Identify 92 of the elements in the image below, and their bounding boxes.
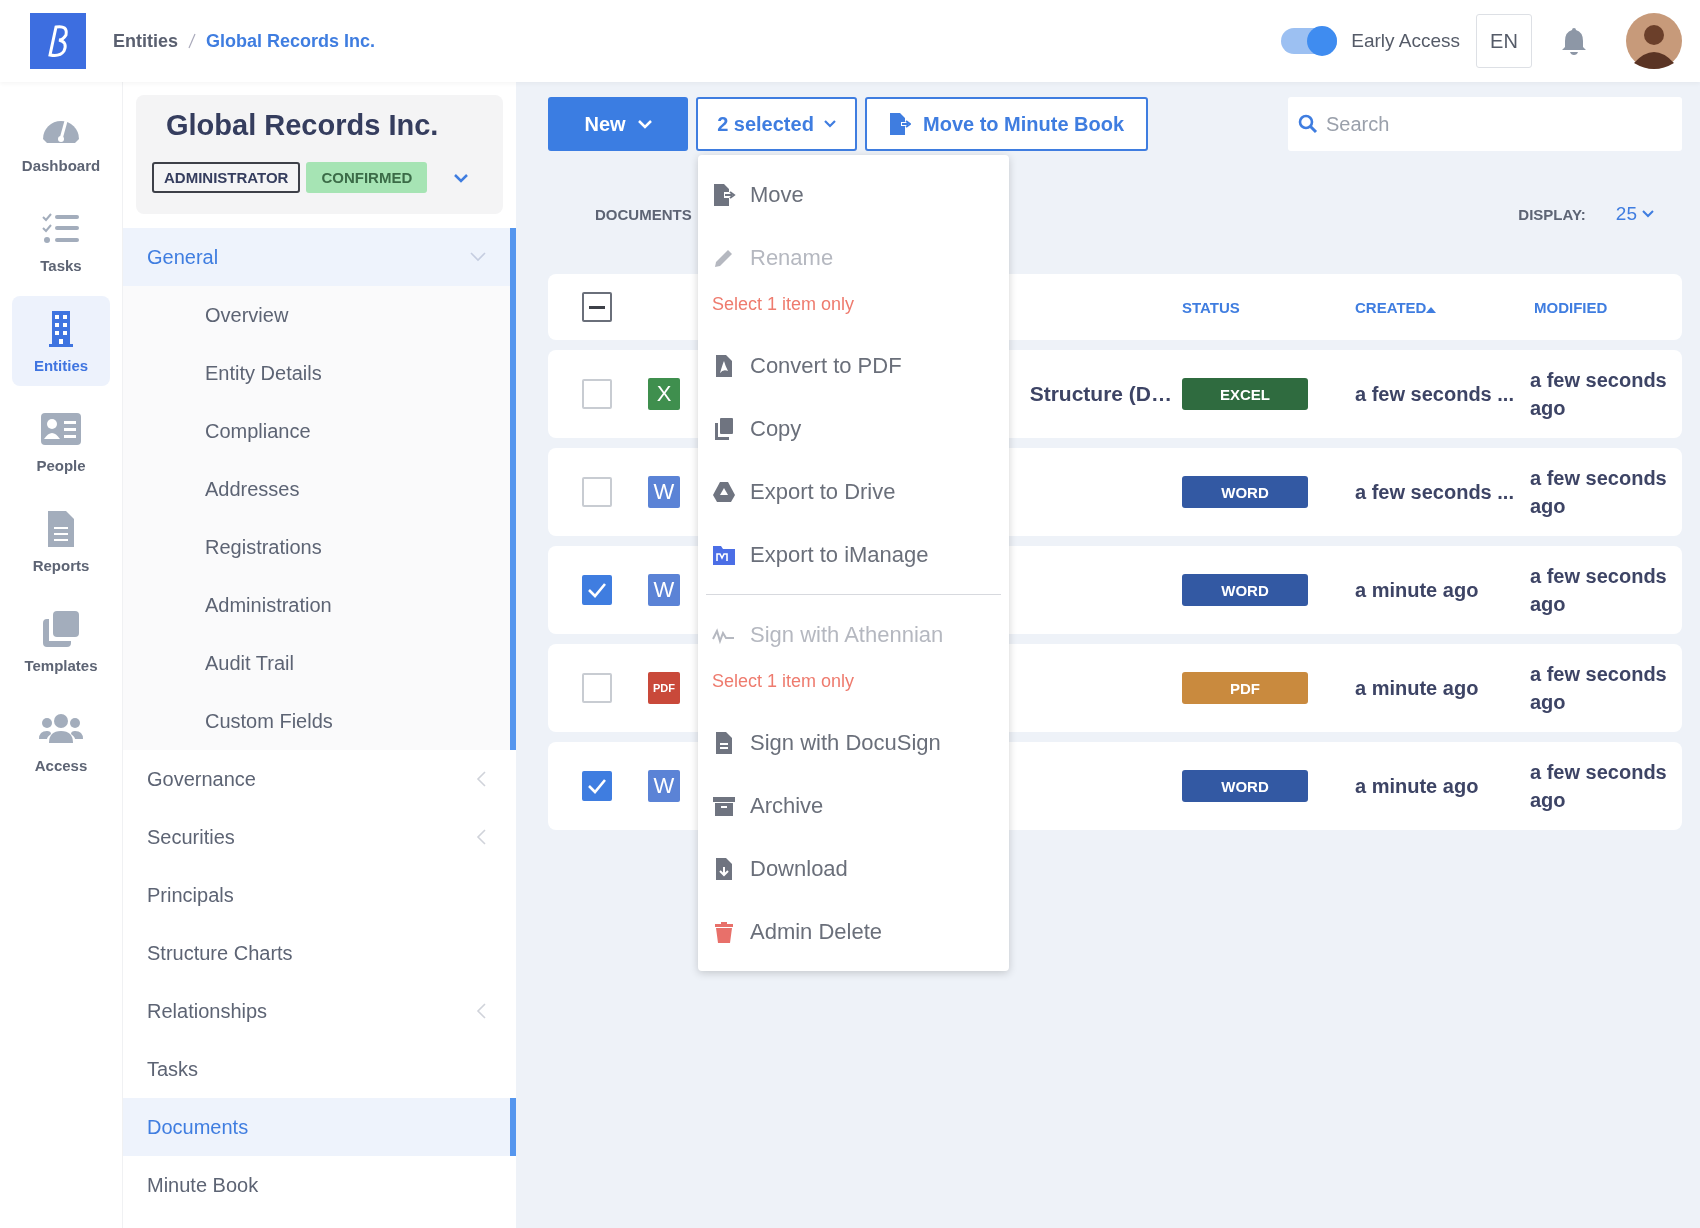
file-type-badge: WORD <box>1182 476 1308 508</box>
file-name[interactable]: Structure (D… <box>1029 382 1172 406</box>
rail-nav-item[interactable]: Templates <box>12 596 110 686</box>
nav-item[interactable]: Principals <box>123 866 516 924</box>
nav-subitem[interactable]: Audit Trail <box>123 634 510 692</box>
modified-cell-text: a few seconds ago <box>1530 662 1668 715</box>
new-button[interactable]: New <box>548 97 688 151</box>
nav-item[interactable]: Documents <box>123 1098 516 1156</box>
check-icon <box>586 777 608 795</box>
column-header[interactable]: STATUS <box>1182 298 1308 316</box>
nav-subitem[interactable]: Custom Fields <box>123 692 510 750</box>
nav-item[interactable]: Tasks <box>123 1040 516 1098</box>
nav-item[interactable]: Securities <box>123 808 516 866</box>
nav-subitem[interactable]: Addresses <box>123 460 510 518</box>
rail-nav-item[interactable]: Reports <box>12 496 110 586</box>
chevron-down-icon <box>1642 210 1654 218</box>
created-cell-text: a few seconds ... <box>1355 382 1515 407</box>
rail-nav-item[interactable]: Tasks <box>12 196 110 286</box>
nav-item[interactable]: Relationships <box>123 982 516 1040</box>
row-checkbox[interactable] <box>582 379 612 409</box>
nav-subitem[interactable]: Overview <box>123 286 510 344</box>
selection-dropdown-button[interactable]: 2 selected <box>696 97 857 151</box>
modified-cell-text: a few seconds ago <box>1530 564 1668 617</box>
menu-hint: Select 1 item only <box>711 669 856 693</box>
rail-nav-item[interactable]: Entities <box>12 296 110 386</box>
move-to-minute-book-button[interactable]: Move to Minute Book <box>865 97 1149 151</box>
modified-cell-text: a few seconds ago <box>1530 760 1668 813</box>
created-cell-text: a few seconds ... <box>1355 480 1515 505</box>
menu-item[interactable]: Move <box>698 163 1009 226</box>
toggle-switch[interactable] <box>1281 28 1338 54</box>
column-header[interactable]: MODIFIED <box>1534 298 1682 316</box>
rail-nav-item[interactable]: Dashboard <box>12 96 110 186</box>
entity-name: Global Records Inc. <box>165 109 440 142</box>
created-cell-text: a minute ago <box>1355 578 1480 603</box>
logo-icon[interactable] <box>30 13 86 69</box>
nav-item[interactable]: General <box>123 228 510 286</box>
row-checkbox[interactable] <box>582 477 612 507</box>
nav-subitem[interactable]: Entity Details <box>123 344 510 402</box>
modified-cell-text: a few seconds ago <box>1530 466 1668 519</box>
select-all-checkbox[interactable] <box>582 292 612 322</box>
column-header[interactable]: CREATED <box>1355 298 1525 316</box>
check-icon <box>586 581 608 599</box>
nav-subitem[interactable]: Registrations <box>123 518 510 576</box>
chevron-down-icon[interactable] <box>453 172 470 183</box>
status-tag: CONFIRMED <box>306 162 428 193</box>
role-tag: ADMINISTRATOR <box>152 162 301 193</box>
row-checkbox[interactable] <box>582 771 612 801</box>
language-button[interactable]: EN <box>1476 14 1532 68</box>
search-icon <box>1298 114 1318 134</box>
breadcrumb-link[interactable]: Entities <box>113 30 178 52</box>
created-cell-text: a minute ago <box>1355 774 1480 799</box>
file-type-icon: X <box>648 378 680 410</box>
bell-icon[interactable] <box>1560 26 1588 56</box>
nav-item[interactable]: Structure Charts <box>123 924 516 982</box>
menu-hint: Select 1 item only <box>711 292 856 316</box>
row-checkbox[interactable] <box>582 673 612 703</box>
menu-item[interactable]: Download <box>698 837 1009 900</box>
chevron-down-icon <box>637 119 652 129</box>
file-arrow-icon <box>889 112 911 136</box>
nav-item[interactable]: Minute Book <box>123 1156 516 1214</box>
page-size-select[interactable]: 25 <box>1615 203 1654 225</box>
menu-item[interactable]: Export to Drive <box>698 460 1009 523</box>
breadcrumb-link[interactable]: Global Records Inc. <box>206 30 376 52</box>
file-type-badge: WORD <box>1182 770 1308 802</box>
file-arrow-icon <box>712 182 736 207</box>
sort-up-icon <box>1426 306 1437 313</box>
section-label: DOCUMENTS <box>595 205 692 223</box>
rail-nav-item[interactable]: Access <box>12 696 110 786</box>
chevron-down-icon <box>823 120 836 128</box>
nav-subitem[interactable]: Compliance <box>123 402 510 460</box>
toggle-label: Early Access <box>1351 30 1460 52</box>
display-label: DISPLAY: <box>1518 205 1586 223</box>
file-type-icon: PDF <box>648 672 680 704</box>
created-cell-text: a minute ago <box>1355 676 1480 701</box>
modified-cell-text: a few seconds ago <box>1530 368 1668 421</box>
nav-item[interactable]: Governance <box>123 750 516 808</box>
file-type-badge: PDF <box>1182 672 1308 704</box>
row-checkbox[interactable] <box>582 575 612 605</box>
file-type-icon: W <box>648 574 680 606</box>
breadcrumb-separator-icon <box>188 33 196 49</box>
file-type-icon: W <box>648 770 680 802</box>
trash-icon <box>712 919 736 944</box>
rail-nav-item[interactable]: People <box>12 396 110 486</box>
drive-icon <box>712 479 736 504</box>
menu-item[interactable]: Admin Delete <box>698 900 1009 963</box>
copy-icon <box>712 416 736 441</box>
search-field[interactable]: Search <box>1288 97 1682 151</box>
nav-subitem[interactable]: Administration <box>123 576 510 634</box>
file-type-badge: EXCEL <box>1182 378 1308 410</box>
avatar[interactable] <box>1626 13 1682 69</box>
file-type-badge: WORD <box>1182 574 1308 606</box>
file-type-icon: W <box>648 476 680 508</box>
